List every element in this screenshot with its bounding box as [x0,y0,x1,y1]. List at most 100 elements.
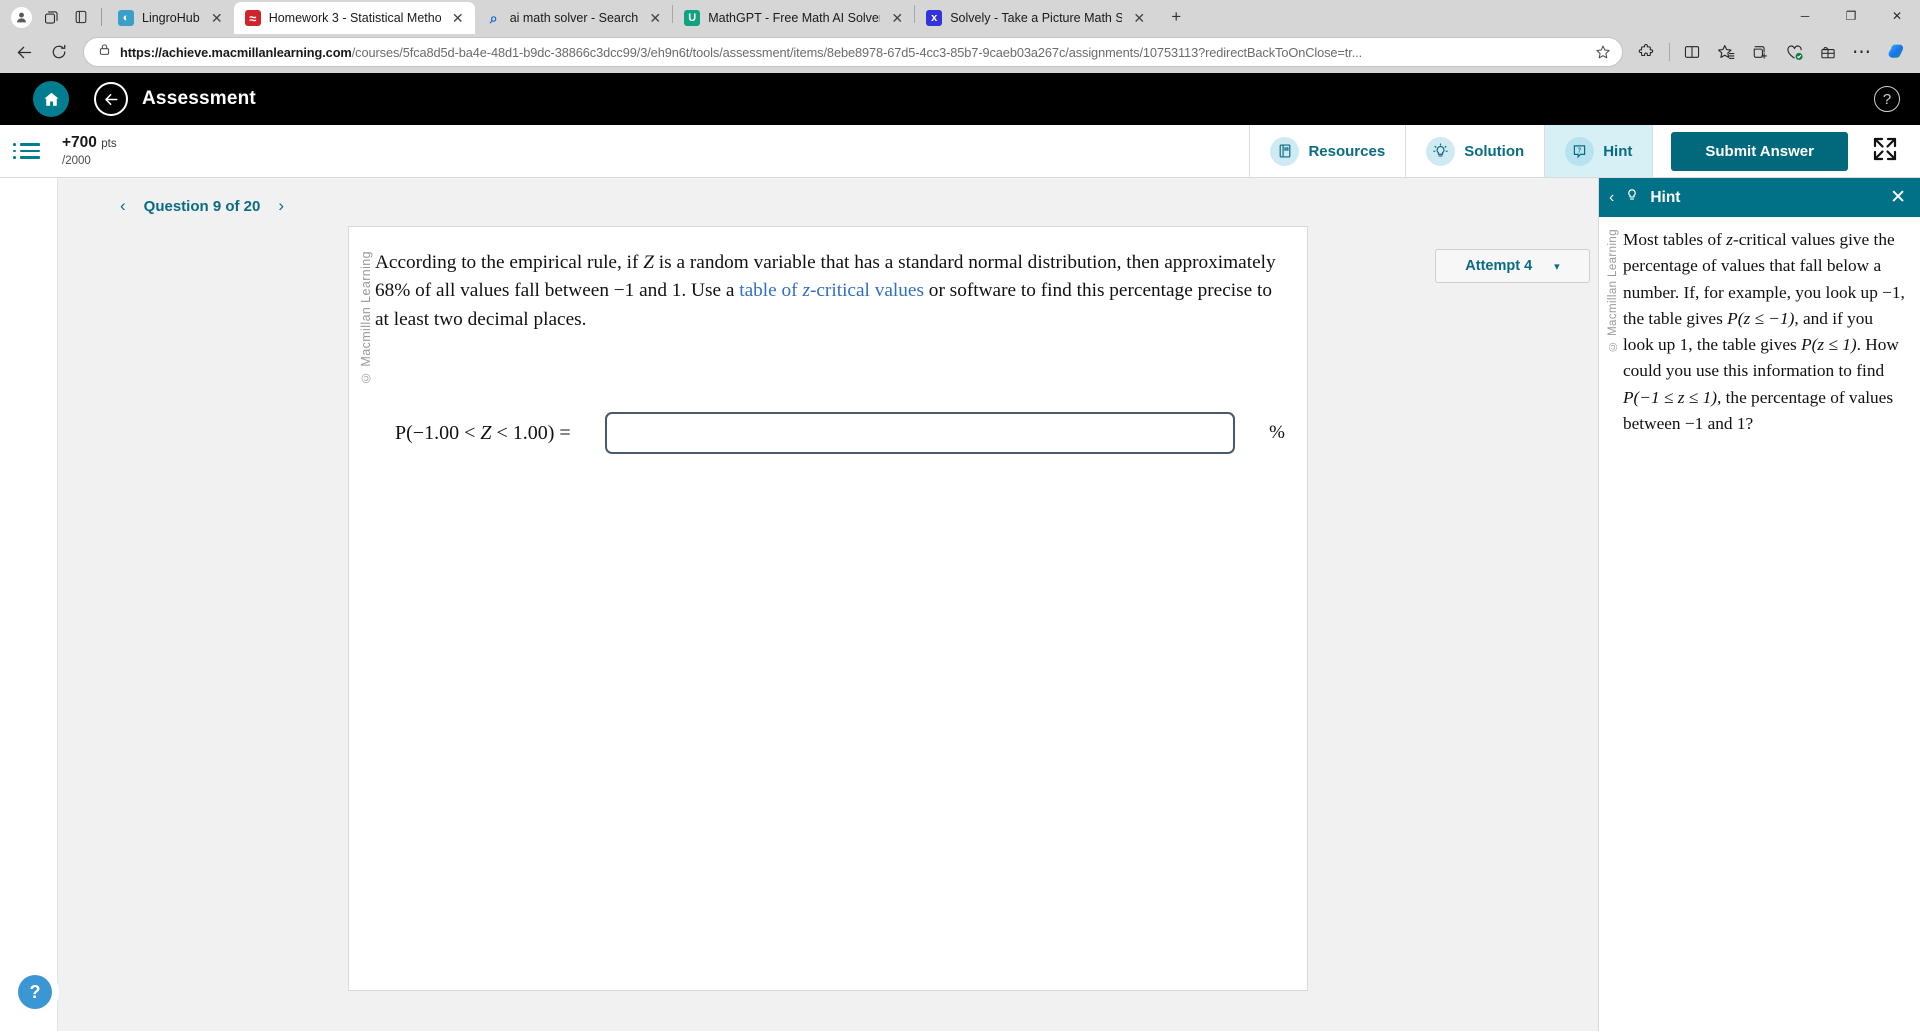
split-screen-icon[interactable] [1676,36,1708,68]
mathgpt-icon: U [684,10,701,26]
hint-text: Most tables of z-critical values give th… [1623,227,1908,437]
close-window-button[interactable]: ✕ [1874,0,1920,32]
attempt-label: Attempt 4 [1465,258,1533,274]
toolbar-divider [1669,43,1670,61]
question-text-part1: According to the empirical rule, if [375,252,644,273]
url-domain: https://achieve.macmillanlearning.com [120,44,352,60]
prev-question-button[interactable]: ‹ [120,196,126,216]
tab-close-button[interactable]: ✕ [449,9,467,27]
tab-hint[interactable]: ? Hint [1544,125,1653,177]
browser-tab-1[interactable]: ≈ Homework 3 - Statistical Methods ✕ [233,2,475,34]
profile-avatar-button[interactable] [6,2,36,32]
browser-tab-4[interactable]: x Solvely - Take a Picture Math Solv ✕ [915,2,1156,34]
hint-formula-1: P(z ≤ −1) [1727,308,1795,328]
question-card: © Macmillan Learning According to the em… [348,226,1308,991]
browser-tab-3[interactable]: U MathGPT - Free Math AI Solver | M ✕ [673,2,914,34]
extensions-icon[interactable] [1631,36,1663,68]
tabstrip-divider [101,8,102,26]
browser-chrome: ◐ LingroHub ✕ ≈ Homework 3 - Statistical… [0,0,1920,73]
list-menu-icon[interactable] [13,143,40,159]
tab-solution[interactable]: Solution [1405,125,1544,177]
chevron-down-icon: ▾ [1554,260,1560,273]
points-value: +700 [62,133,97,151]
svg-text:?: ? [1578,147,1581,154]
attempt-selector[interactable]: Attempt 4 ▾ [1435,249,1590,283]
favorites-icon[interactable] [1710,36,1742,68]
tab-title: LingroHub [142,11,200,25]
lock-icon [98,43,111,61]
tab-title: ai math solver - Search [509,11,639,25]
question-counter: Question 9 of 20 [143,197,261,215]
next-question-button[interactable]: › [278,196,284,216]
hint-body-1: Most tables of [1623,230,1727,249]
close-icon[interactable]: ✕ [1890,188,1906,207]
minimize-button[interactable]: ─ [1782,0,1828,32]
app-header: Assessment ? [0,73,1920,125]
tab-close-button[interactable]: ✕ [208,9,226,27]
url-bar[interactable]: https://achieve.macmillanlearning.com/co… [83,37,1623,67]
left-sidebar: ? [0,178,58,1031]
question-card-scroll: © Macmillan Learning According to the em… [58,226,1598,1031]
z-critical-values-link[interactable]: table of z-critical values [739,280,924,301]
question-text: According to the empirical rule, if Z is… [375,249,1285,334]
tab-close-button[interactable]: ✕ [888,9,906,27]
tab-close-button[interactable]: ✕ [646,9,664,27]
browser-tab-0[interactable]: ◐ LingroHub ✕ [107,2,234,34]
variable-z: Z [643,252,654,273]
toolbar-right: Resources Solution ? Hint Submit Answer [1249,125,1920,177]
back-icon[interactable] [8,36,40,68]
help-fab-button[interactable]: ? [18,975,52,1009]
tab-solution-label: Solution [1464,142,1525,160]
vertical-tabs-icon[interactable] [66,2,96,32]
submit-wrapper: Submit Answer [1652,125,1866,177]
page-title: Assessment [142,88,256,109]
submit-answer-button[interactable]: Submit Answer [1671,131,1848,171]
favorite-star-icon[interactable] [1590,39,1616,65]
hint-watermark: © Macmillan Learning [1607,229,1619,352]
home-button[interactable] [33,81,69,117]
hint-panel-body: © Macmillan Learning Most tables of z-cr… [1599,217,1920,447]
browser-toolbar-icons: ⋯ [1631,36,1912,68]
fullscreen-icon[interactable] [1872,136,1898,167]
assessment-app: Assessment ? +700 pts /2000 Resources So… [0,73,1920,1031]
percent-label: % [1269,422,1285,444]
formula-pre: P(−1.00 < [395,421,481,444]
collections-icon[interactable] [1744,36,1776,68]
tab-close-button[interactable]: ✕ [1130,9,1148,27]
app-body: ? ‹ Question 9 of 20 › © Macmillan Learn… [0,178,1920,1031]
copilot-icon[interactable] [1880,36,1912,68]
hint-panel-header: ‹ Hint ✕ [1599,178,1920,217]
maximize-button[interactable]: ❐ [1828,0,1874,32]
gift-icon[interactable] [1812,36,1844,68]
reload-icon[interactable] [43,36,75,68]
lingrohub-icon: ◐ [118,10,134,26]
tab-resources-label: Resources [1308,142,1386,160]
toolbar-left: +700 pts /2000 [0,125,117,177]
hint-formula-2: P(z ≤ 1) [1801,335,1857,355]
watermark: © Macmillan Learning [359,251,373,385]
book-icon [1270,136,1300,166]
new-tab-button[interactable]: + [1162,3,1190,31]
link-text-post: -critical values [809,280,924,302]
hint-panel-title: Hint [1650,188,1681,206]
expand-wrapper [1866,125,1920,177]
help-icon[interactable]: ? [1874,86,1900,112]
url-text: https://achieve.macmillanlearning.com/co… [120,45,1581,60]
bing-search-icon: ⌕ [489,10,498,26]
tab-search-icon[interactable] [36,2,66,32]
hint-back-button[interactable]: ‹ [1609,189,1614,207]
browser-tab-2[interactable]: ⌕ ai math solver - Search ✕ [475,2,673,34]
question-bubble-icon: ? [1565,136,1595,166]
answer-row: P(−1.00 < Z < 1.00) = % [375,412,1285,455]
link-text-pre: table of [739,280,803,302]
tab-title: Homework 3 - Statistical Methods [268,11,441,25]
formula-post: < 1.00) = [491,421,571,444]
avatar [10,6,32,28]
question-area: ‹ Question 9 of 20 › © Macmillan Learnin… [58,178,1598,1031]
hint-var-z: z [1726,230,1733,249]
more-options-icon[interactable]: ⋯ [1846,36,1878,68]
answer-input[interactable] [604,412,1236,455]
back-button[interactable] [94,82,128,116]
browser-essentials-icon[interactable] [1778,36,1810,68]
tab-resources[interactable]: Resources [1249,125,1405,177]
